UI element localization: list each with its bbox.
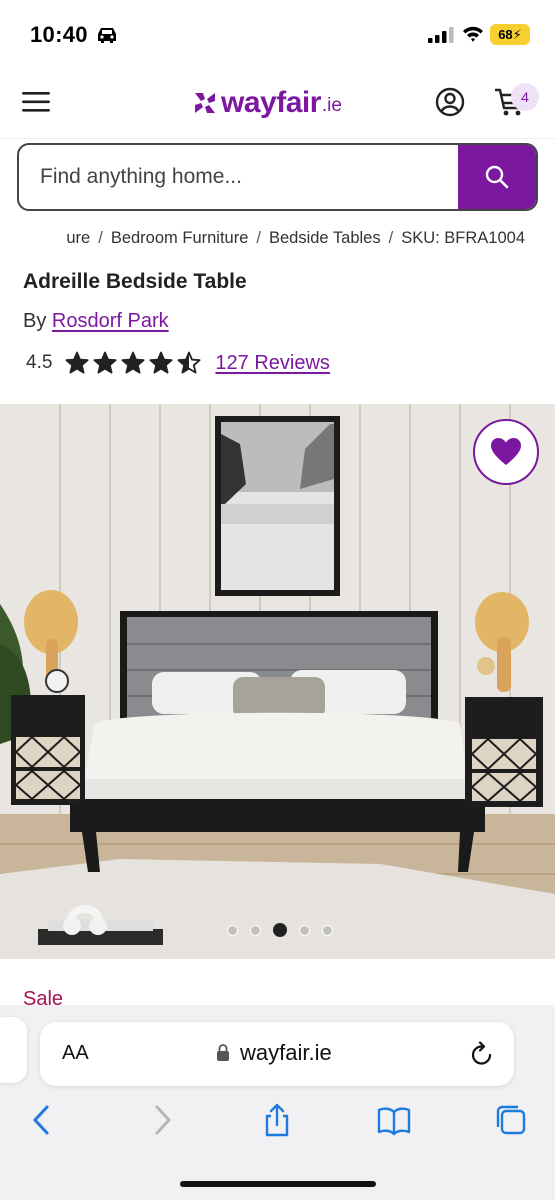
search-button[interactable] xyxy=(458,145,536,209)
carousel-dot-active[interactable] xyxy=(273,923,287,937)
brand-line: By Rosdorf Park xyxy=(23,310,169,333)
rating-row: 4.5 127 Reviews xyxy=(26,348,330,378)
cellular-signal-icon xyxy=(428,27,454,43)
reader-settings-button[interactable]: AA xyxy=(62,1042,89,1065)
wifi-icon xyxy=(463,26,483,42)
star-half-icon xyxy=(177,351,201,374)
bedroom-scene-image xyxy=(0,404,555,959)
status-bar: 10:40 68⚡ xyxy=(0,0,555,68)
hamburger-menu-icon[interactable] xyxy=(22,90,50,114)
share-icon[interactable] xyxy=(260,1103,294,1137)
battery-indicator: 68⚡ xyxy=(490,24,530,45)
brand-link[interactable]: Rosdorf Park xyxy=(52,310,169,332)
home-indicator xyxy=(180,1181,376,1187)
breadcrumb: ure / Bedroom Furniture / Bedside Tables / SKU… xyxy=(0,229,555,251)
breadcrumb-item-bedside-tables[interactable]: Bedside Tables xyxy=(269,229,381,247)
star-full-icon xyxy=(149,351,173,374)
lock-icon xyxy=(217,1044,229,1061)
breadcrumb-item-bedroom-furniture[interactable]: Bedroom Furniture xyxy=(111,229,249,247)
star-full-icon xyxy=(65,351,89,374)
carousel-dot[interactable] xyxy=(322,924,333,936)
product-title: Adreille Bedside Table xyxy=(23,270,247,293)
heart-icon xyxy=(491,438,521,465)
search-icon xyxy=(485,165,509,189)
aa-label: AA xyxy=(62,1042,89,1064)
breadcrumb-sku: SKU: BFRA1004 xyxy=(401,229,525,247)
site-header: wayfair .ie 4 xyxy=(0,68,555,138)
star-rating xyxy=(65,351,205,375)
account-icon[interactable] xyxy=(435,87,465,117)
chevron-left-icon[interactable] xyxy=(25,1103,59,1137)
star-full-icon xyxy=(93,351,117,374)
previous-tab-preview[interactable] xyxy=(0,1017,27,1083)
battery-level: 68 xyxy=(498,27,513,42)
logo-text: wayfair xyxy=(221,86,321,119)
carousel-dot[interactable] xyxy=(299,924,310,936)
wayfair-logo[interactable]: wayfair .ie xyxy=(192,85,372,121)
wayfair-pinwheel-icon xyxy=(195,93,215,113)
rating-value: 4.5 xyxy=(26,352,53,373)
car-icon xyxy=(98,28,116,43)
breadcrumb-separator: / xyxy=(256,229,261,247)
favorite-button[interactable] xyxy=(473,419,539,485)
logo-suffix: .ie xyxy=(321,95,342,116)
chevron-right-icon[interactable] xyxy=(145,1103,179,1137)
tabs-icon[interactable] xyxy=(494,1103,528,1137)
reviews-link[interactable]: 127 Reviews xyxy=(215,352,330,375)
status-time: 10:40 xyxy=(30,22,88,47)
charging-bolt-icon: ⚡ xyxy=(512,27,522,42)
by-label: By xyxy=(23,310,47,332)
search-input[interactable] xyxy=(19,145,459,209)
carousel-dot[interactable] xyxy=(250,924,261,936)
breadcrumb-item-furniture[interactable]: ure xyxy=(66,229,90,247)
breadcrumb-separator: / xyxy=(98,229,103,247)
cart-count-badge[interactable]: 4 xyxy=(511,83,539,111)
star-full-icon xyxy=(121,351,145,374)
search-bar xyxy=(17,143,538,211)
url-text: wayfair.ie xyxy=(240,1040,332,1065)
bookmarks-icon[interactable] xyxy=(377,1103,411,1137)
product-image[interactable] xyxy=(0,404,555,959)
carousel-dots xyxy=(227,923,345,937)
breadcrumb-separator: / xyxy=(388,229,394,247)
carousel-dot[interactable] xyxy=(227,924,238,936)
reload-icon[interactable] xyxy=(470,1041,494,1067)
address-bar[interactable]: AA wayfair.ie xyxy=(40,1022,514,1086)
